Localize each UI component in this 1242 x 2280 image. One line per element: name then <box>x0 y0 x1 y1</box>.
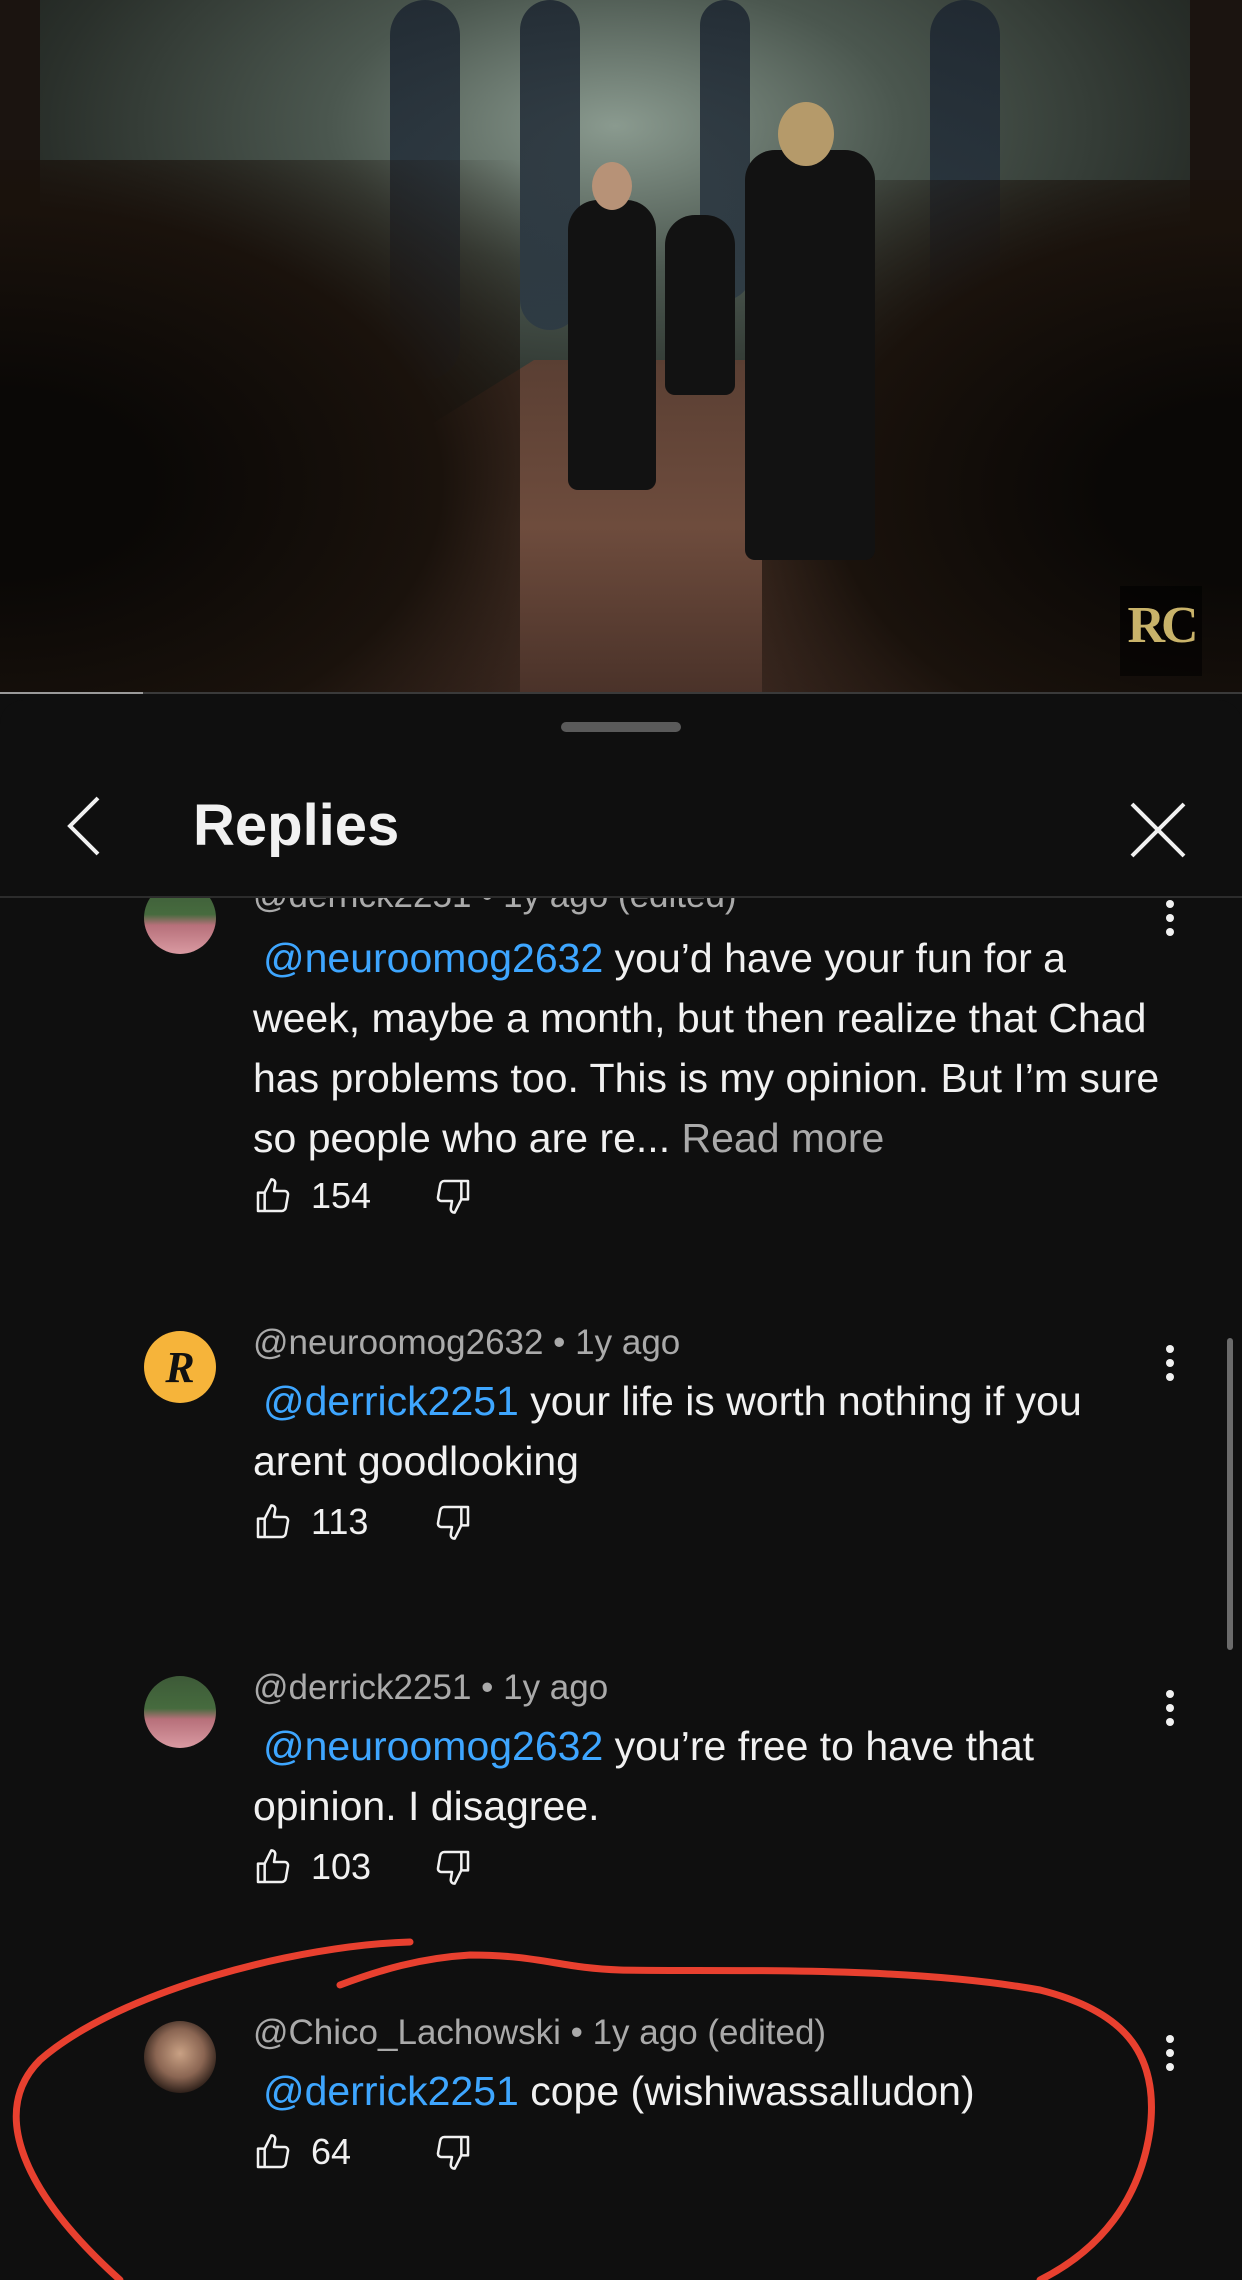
comment-body: cope (wishiwassalludon) <box>518 2068 975 2114</box>
like-button[interactable]: 103 <box>253 1846 421 1888</box>
back-button[interactable] <box>48 790 120 862</box>
read-more-link[interactable]: Read more <box>682 1115 885 1161</box>
progress-fill <box>0 692 143 694</box>
thumb-down-icon <box>436 2135 470 2170</box>
like-count: 64 <box>311 2131 352 2172</box>
dislike-button[interactable] <box>433 1847 473 1887</box>
comment-meta: @Chico_Lachowski • 1y ago (edited) <box>253 2013 827 2052</box>
mention-link[interactable]: @neuroomog2632 <box>263 935 603 981</box>
video-player[interactable]: RC <box>0 0 1242 694</box>
back-arrow-icon <box>67 796 100 856</box>
comment-text: @neuroomog2632 you’d have your fun for a… <box>253 928 1168 1168</box>
panel-title: Replies <box>193 793 400 858</box>
mention-link[interactable]: @neuroomog2632 <box>263 1723 603 1769</box>
like-button[interactable]: 154 <box>253 1175 421 1217</box>
thumb-down-icon <box>436 1505 470 1540</box>
model-head <box>592 162 632 210</box>
mention-link[interactable]: @derrick2251 <box>263 1378 519 1424</box>
drag-handle[interactable] <box>561 722 681 732</box>
comment-meta: @derrick2251 • 1y ago <box>253 1668 609 1707</box>
model-figure <box>665 215 735 395</box>
progress-bar[interactable] <box>0 692 1242 694</box>
like-button[interactable]: 64 <box>253 2131 421 2173</box>
dislike-button[interactable] <box>433 1502 473 1542</box>
replies-list[interactable]: @derrick2251 • 1y ago (edited) @neuroomo… <box>0 898 1242 2280</box>
like-count: 154 <box>311 1175 372 1216</box>
thumb-up-icon <box>256 1849 290 1884</box>
dislike-button[interactable] <box>433 1176 473 1216</box>
replies-header: Replies <box>0 760 1242 898</box>
thumb-up-icon <box>256 1504 290 1539</box>
comment-text: @derrick2251 your life is worth nothing … <box>253 1371 1168 1491</box>
comment-actions: 113 <box>253 1497 473 1547</box>
close-icon <box>1130 802 1186 858</box>
comment-meta: @derrick2251 • 1y ago (edited) <box>253 898 737 916</box>
model-head <box>778 102 834 166</box>
like-count: 103 <box>311 1846 372 1887</box>
avatar[interactable] <box>144 2021 216 2093</box>
avatar[interactable]: R <box>144 1331 216 1403</box>
comment-meta: @neuroomog2632 • 1y ago <box>253 1323 681 1362</box>
avatar[interactable] <box>144 898 216 954</box>
comment-text: @neuroomog2632 you’re free to have that … <box>253 1716 1168 1836</box>
thumb-down-icon <box>436 1179 470 1214</box>
model-figure <box>568 200 656 490</box>
like-button[interactable]: 113 <box>253 1501 421 1543</box>
close-button[interactable] <box>1118 790 1198 870</box>
model-figure <box>745 150 875 560</box>
comment-text: @derrick2251 cope (wishiwassalludon) <box>253 2061 1168 2121</box>
comment-actions: 154 <box>253 1171 473 1221</box>
audience-left <box>0 160 520 694</box>
thumb-down-icon <box>436 1850 470 1885</box>
replies-sheet: Replies @derrick2251 • 1y ago (edited) @… <box>0 700 1242 2280</box>
like-count: 113 <box>311 1501 369 1542</box>
thumb-up-icon <box>256 1178 290 1213</box>
scrollbar[interactable] <box>1227 1338 1233 1650</box>
comment-actions: 103 <box>253 1842 473 1892</box>
channel-watermark: RC <box>1120 586 1202 676</box>
comment-actions: 64 <box>253 2127 473 2177</box>
rockstar-logo-icon: R <box>165 1342 195 1392</box>
mention-link[interactable]: @derrick2251 <box>263 2068 519 2114</box>
dislike-button[interactable] <box>433 2132 473 2172</box>
avatar[interactable] <box>144 1676 216 1748</box>
thumb-up-icon <box>256 2134 290 2169</box>
